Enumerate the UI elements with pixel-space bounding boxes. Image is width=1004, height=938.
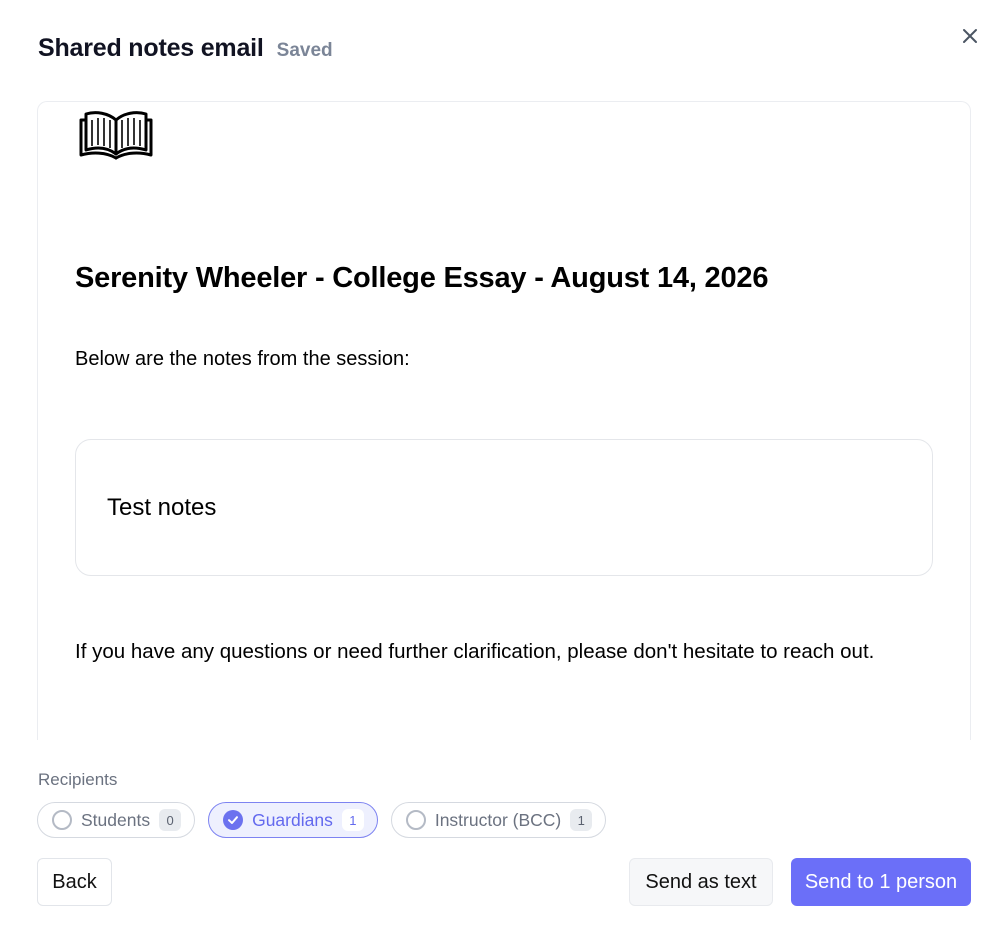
radio-unchecked-icon: [405, 810, 426, 830]
back-button[interactable]: Back: [37, 858, 112, 906]
modal-title: Shared notes email: [38, 34, 264, 62]
saved-status: Saved: [276, 40, 333, 61]
recipient-chip-students[interactable]: Students 0: [37, 802, 196, 838]
shared-notes-email-modal: Shared notes email Saved Serenity Wheele…: [0, 0, 1004, 938]
chip-label: Instructor (BCC): [434, 809, 562, 830]
email-heading: Serenity Wheeler - College Essay - Augus…: [75, 262, 769, 294]
chip-label: Guardians: [252, 809, 333, 830]
notes-box: Test notes: [75, 439, 933, 576]
close-button[interactable]: [957, 23, 983, 49]
recipient-chip-instructor[interactable]: Instructor (BCC) 1: [390, 802, 607, 838]
radio-unchecked-icon: [52, 810, 72, 830]
email-preview: Serenity Wheeler - College Essay - Augus…: [37, 101, 971, 740]
open-book-icon: [79, 111, 153, 160]
recipients-chips: Students 0 Guardians 1 Instructor (BCC) …: [37, 802, 607, 838]
modal-header: Shared notes email Saved: [38, 34, 333, 63]
email-outro: If you have any questions or need furthe…: [75, 640, 875, 663]
chip-count: 1: [570, 809, 593, 831]
chip-label: Students: [81, 809, 151, 830]
send-as-text-button[interactable]: Send as text: [629, 858, 773, 906]
checkmark-icon: [223, 810, 244, 830]
recipient-chip-guardians[interactable]: Guardians 1: [208, 802, 378, 838]
email-intro: Below are the notes from the session:: [75, 348, 410, 370]
chip-count: 0: [159, 809, 182, 831]
send-button[interactable]: Send to 1 person: [791, 858, 971, 906]
close-icon: [963, 29, 977, 43]
chip-count: 1: [341, 809, 364, 831]
notes-text: Test notes: [107, 494, 217, 521]
recipients-label: Recipients: [38, 770, 118, 789]
